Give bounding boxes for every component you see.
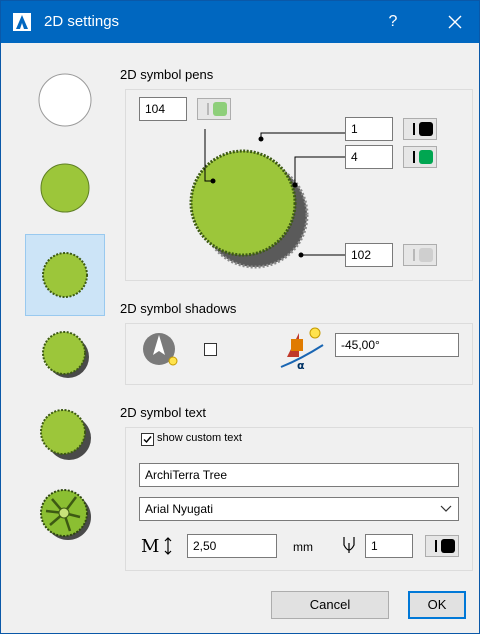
sun-direction-icon xyxy=(143,333,178,366)
chevron-down-icon xyxy=(440,505,452,512)
symbol-shadows-title: 2D symbol shadows xyxy=(120,301,237,316)
filled-circle-icon xyxy=(40,163,90,213)
text-pen-swatch xyxy=(441,539,455,553)
svg-text:α: α xyxy=(297,359,305,372)
fill-pen-field[interactable]: 104 xyxy=(139,97,187,121)
text-pen-button[interactable] xyxy=(425,535,459,557)
svg-text:M: M xyxy=(141,536,159,557)
detail-pen-swatch xyxy=(419,150,433,164)
tree-canopy-large-shadow-icon xyxy=(40,409,91,460)
close-button[interactable] xyxy=(437,9,473,35)
custom-text-input[interactable]: ArchiTerra Tree xyxy=(139,463,459,487)
tree-branches-icon xyxy=(40,489,91,540)
pen-weight-bar xyxy=(413,249,415,261)
archicad-app-icon xyxy=(13,13,31,31)
tree-canopy-icon xyxy=(42,252,88,298)
shadow-pen-swatch xyxy=(419,248,433,262)
text-height-icon: M xyxy=(141,536,172,557)
pen-nib-icon xyxy=(343,537,355,553)
preset-tree-canopy-large-shadow[interactable] xyxy=(25,393,105,475)
shadow-enabled-checkbox[interactable] xyxy=(204,343,217,356)
outline-pen-field[interactable]: 1 xyxy=(345,117,393,141)
plain-circle-icon xyxy=(38,73,92,127)
pen-weight-bar xyxy=(435,540,437,552)
fill-pen-swatch xyxy=(213,102,227,116)
font-select-value: Arial Nyugati xyxy=(145,502,214,516)
title-bar: 2D settings ? xyxy=(1,1,479,43)
preset-tree-canopy[interactable] xyxy=(25,234,105,316)
shadow-angle-field[interactable]: -45,00° xyxy=(335,333,459,357)
pen-weight-bar xyxy=(207,103,209,115)
text-pen-field[interactable]: 1 xyxy=(365,534,413,558)
text-height-field[interactable]: 2,50 xyxy=(187,534,277,558)
pen-weight-bar xyxy=(413,123,415,135)
help-button[interactable]: ? xyxy=(377,9,409,35)
outline-pen-button[interactable] xyxy=(403,118,437,140)
checkmark-icon xyxy=(143,436,152,444)
preset-tree-branches[interactable] xyxy=(25,473,105,555)
close-icon xyxy=(448,15,462,29)
shadow-pen-button[interactable] xyxy=(403,244,437,266)
preset-tree-canopy-shadow[interactable] xyxy=(25,313,105,395)
preset-filled-circle[interactable] xyxy=(25,147,105,229)
font-select[interactable]: Arial Nyugati xyxy=(139,497,459,521)
outline-pen-swatch xyxy=(419,122,433,136)
shadow-angle-icon: α xyxy=(280,327,324,372)
shadow-pen-field[interactable]: 102 xyxy=(345,243,393,267)
settings-dialog: 2D settings ? 2D symbol pens 104 1 4 102… xyxy=(0,0,480,634)
detail-pen-button[interactable] xyxy=(403,146,437,168)
ok-button[interactable]: OK xyxy=(408,591,466,619)
symbol-text-title: 2D symbol text xyxy=(120,405,206,420)
cancel-button[interactable]: Cancel xyxy=(271,591,389,619)
show-custom-text-checkbox[interactable] xyxy=(141,433,154,446)
show-custom-text-label: show custom text xyxy=(157,432,242,444)
pen-preview-diagram xyxy=(189,129,346,269)
preset-plain-circle[interactable] xyxy=(25,59,105,141)
window-title: 2D settings xyxy=(44,13,120,30)
symbol-pens-title: 2D symbol pens xyxy=(120,67,214,82)
fill-pen-button[interactable] xyxy=(197,98,231,120)
pen-weight-bar xyxy=(413,151,415,163)
tree-canopy-shadow-icon xyxy=(42,331,89,378)
detail-pen-field[interactable]: 4 xyxy=(345,145,393,169)
text-height-unit: mm xyxy=(293,540,313,554)
